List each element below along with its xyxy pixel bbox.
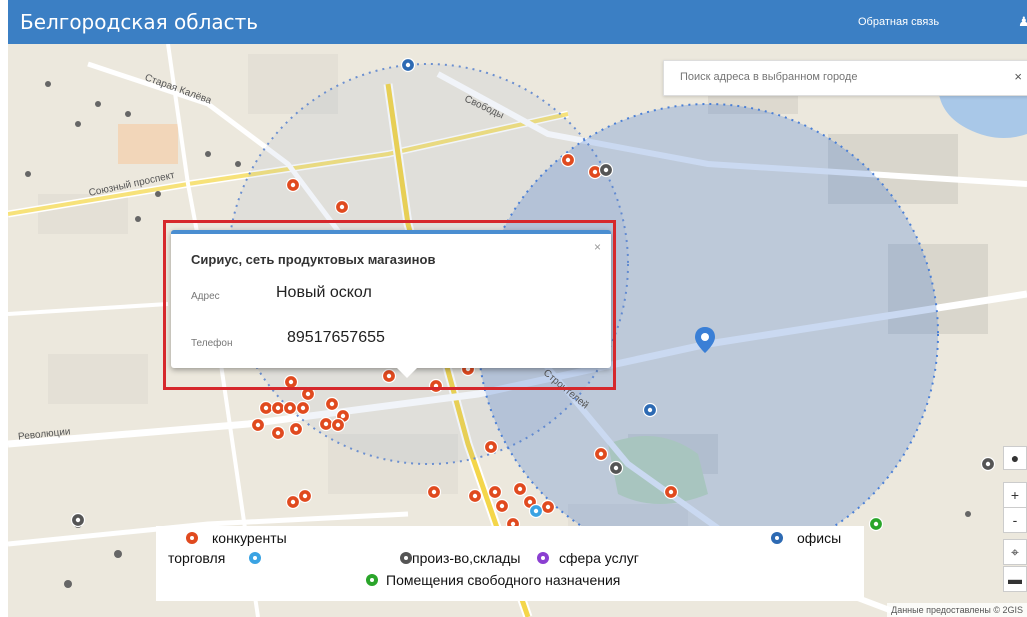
competitors-marker[interactable] bbox=[512, 481, 528, 497]
competitors-marker[interactable] bbox=[663, 484, 679, 500]
competitors-marker[interactable] bbox=[285, 494, 301, 510]
competitors-marker[interactable] bbox=[324, 396, 340, 412]
offices-icon bbox=[771, 532, 783, 544]
competitors-marker[interactable] bbox=[560, 152, 576, 168]
legend-item-production: произ-во,склады bbox=[400, 550, 520, 566]
map-canvas[interactable]: Старая Калёва Союзный проспект Свободы Р… bbox=[8, 44, 1027, 617]
competitors-marker[interactable] bbox=[270, 425, 286, 441]
fullscreen-button[interactable]: ⌖ bbox=[1003, 539, 1027, 565]
location-pin-icon[interactable] bbox=[695, 327, 715, 353]
trade-marker[interactable] bbox=[528, 503, 544, 519]
legend-label: сфера услуг bbox=[559, 550, 639, 566]
header-bar: Белгородская область Обратная связь ♟ bbox=[8, 0, 1027, 44]
legend-item-competitors: конкуренты bbox=[186, 530, 287, 546]
competitors-marker[interactable] bbox=[334, 199, 350, 215]
user-icon[interactable]: ♟ bbox=[1018, 14, 1027, 30]
offices-marker[interactable] bbox=[400, 57, 416, 73]
competitors-marker[interactable] bbox=[285, 177, 301, 193]
competitors-marker[interactable] bbox=[297, 488, 313, 504]
production-icon bbox=[400, 552, 412, 564]
legend-label: Помещения свободного назначения bbox=[386, 572, 621, 588]
competitors-marker[interactable] bbox=[288, 421, 304, 437]
legend-item-free-premises: Помещения свободного назначения bbox=[366, 572, 620, 588]
legend-label: торговля bbox=[168, 550, 226, 566]
highlight-frame bbox=[163, 220, 616, 390]
competitors-marker[interactable] bbox=[258, 400, 274, 416]
competitors-marker[interactable] bbox=[250, 417, 266, 433]
production-marker[interactable] bbox=[608, 460, 624, 476]
competitors-marker[interactable] bbox=[494, 498, 510, 514]
competitors-marker[interactable] bbox=[318, 416, 334, 432]
clear-search-icon[interactable]: × bbox=[1014, 69, 1022, 84]
competitors-marker[interactable] bbox=[540, 499, 556, 515]
production-marker[interactable] bbox=[980, 456, 996, 472]
map-legend: конкуренты торговля произ-во,склады сфер… bbox=[156, 526, 864, 601]
competitors-marker[interactable] bbox=[295, 400, 311, 416]
competitors-marker[interactable] bbox=[487, 484, 503, 500]
legend-label: конкуренты bbox=[212, 530, 287, 546]
competitors-marker[interactable] bbox=[593, 446, 609, 462]
trade-icon bbox=[249, 552, 262, 564]
zoom-in-button[interactable]: + bbox=[1003, 482, 1027, 508]
region-title[interactable]: Белгородская область bbox=[20, 10, 258, 34]
legend-item-services: сфера услуг bbox=[537, 550, 639, 566]
zoom-out-button[interactable]: - bbox=[1003, 507, 1027, 533]
competitors-marker[interactable] bbox=[330, 417, 346, 433]
competitors-icon bbox=[186, 532, 198, 544]
competitors-marker[interactable] bbox=[483, 439, 499, 455]
free-premises-icon bbox=[366, 574, 378, 586]
competitors-marker[interactable] bbox=[426, 484, 442, 500]
competitors-marker[interactable] bbox=[467, 488, 483, 504]
map-copyright: Данные предоставлены © 2GIS bbox=[887, 603, 1027, 617]
competitors-marker[interactable] bbox=[270, 400, 286, 416]
legend-item-trade: торговля bbox=[168, 550, 262, 566]
production-marker[interactable] bbox=[598, 162, 614, 178]
feedback-link[interactable]: Обратная связь bbox=[858, 16, 939, 28]
competitors-marker[interactable] bbox=[282, 400, 298, 416]
production-marker[interactable] bbox=[70, 512, 86, 528]
ruler-button[interactable]: ▬ bbox=[1003, 566, 1027, 592]
services-icon bbox=[537, 552, 549, 564]
legend-label: офисы bbox=[797, 530, 842, 546]
address-search-input[interactable] bbox=[678, 70, 982, 84]
legend-label: произ-во,склады bbox=[412, 550, 521, 566]
address-search: × bbox=[663, 60, 1027, 96]
offices-marker[interactable] bbox=[642, 402, 658, 418]
layers-button[interactable]: ● bbox=[1003, 446, 1027, 470]
legend-item-offices: офисы bbox=[771, 530, 841, 546]
free-premises-marker[interactable] bbox=[868, 516, 884, 532]
